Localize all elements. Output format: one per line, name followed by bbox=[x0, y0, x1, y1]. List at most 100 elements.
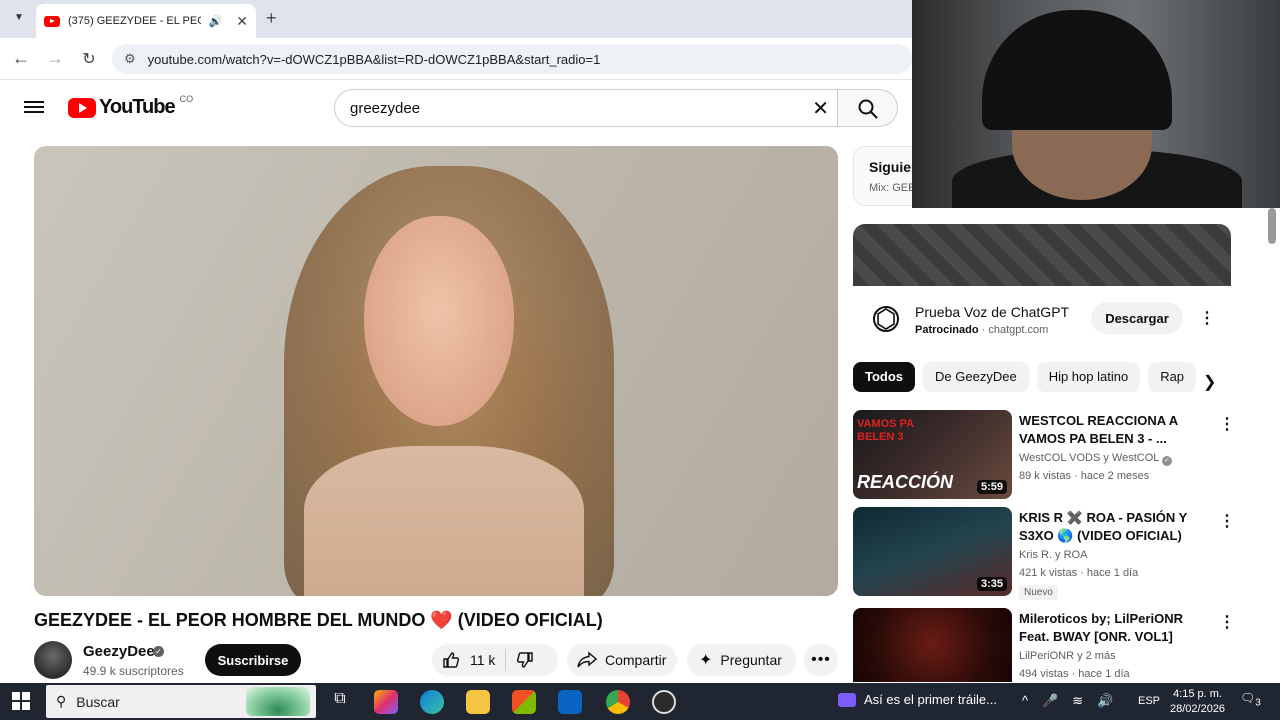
tab-search-chevron-icon[interactable]: ▼ bbox=[10, 9, 28, 27]
search-icon bbox=[858, 99, 878, 119]
thumbs-down-icon bbox=[517, 652, 534, 668]
video-player[interactable] bbox=[34, 146, 838, 596]
edge-icon[interactable] bbox=[420, 690, 444, 714]
search-box: ✕ bbox=[334, 89, 838, 127]
ad-banner bbox=[853, 224, 1231, 286]
chip-de-geezydee[interactable]: De GeezyDee bbox=[923, 362, 1029, 392]
video-thumbnail[interactable]: VAMOS PA BELEN 3 REACCIÓN 5:59 bbox=[853, 410, 1012, 499]
chevron-up-icon[interactable]: ^ bbox=[1022, 693, 1028, 709]
channel-label: WestCOL VODS y WestCOL bbox=[1019, 452, 1159, 464]
thumbnail-caption: VAMOS PA BELEN 3 bbox=[857, 418, 914, 443]
filter-chips: Todos De GeezyDee Hip hop latino Rap bbox=[853, 362, 1233, 392]
recommendation-item[interactable]: Mileroticos by; LilPeriONR Feat. BWAY [O… bbox=[853, 608, 1233, 682]
chip-hip-hop-latino[interactable]: Hip hop latino bbox=[1036, 362, 1141, 392]
hamburger-menu-icon[interactable] bbox=[24, 98, 44, 116]
copilot-icon[interactable] bbox=[374, 690, 398, 714]
chip-rap[interactable]: Rap bbox=[1148, 362, 1197, 392]
youtube-favicon-icon bbox=[44, 15, 60, 27]
clock-date: 28/02/2026 bbox=[1170, 703, 1226, 715]
chatgpt-logo-icon bbox=[873, 306, 899, 332]
like-button[interactable]: 11 k bbox=[432, 649, 507, 671]
more-actions-button[interactable]: ••• bbox=[804, 644, 838, 676]
language-indicator[interactable]: ESP bbox=[1138, 695, 1160, 707]
channel-name[interactable]: Kris R. y ROA bbox=[1019, 549, 1087, 561]
channel-name[interactable]: LilPeriONR y 2 más bbox=[1019, 650, 1116, 662]
page-scrollbar[interactable] bbox=[1268, 208, 1276, 244]
chrome-icon[interactable] bbox=[606, 690, 630, 714]
outlook-icon[interactable] bbox=[558, 690, 582, 714]
volume-icon[interactable]: 🔊 bbox=[1097, 693, 1113, 709]
dislike-button[interactable] bbox=[506, 651, 544, 669]
verified-check-icon: ✓ bbox=[1162, 456, 1173, 466]
notification-count: 3 bbox=[1255, 697, 1261, 709]
more-options-icon[interactable]: ⋮ bbox=[1219, 612, 1233, 632]
thumbnail-text: REACCIÓN bbox=[857, 472, 954, 492]
video-duration: 5:59 bbox=[976, 480, 1007, 494]
more-options-icon[interactable]: ⋮ bbox=[1219, 414, 1235, 434]
video-thumbnail[interactable] bbox=[853, 608, 1012, 682]
windows-start-icon[interactable] bbox=[12, 692, 30, 710]
video-title[interactable]: KRIS R ✖️ ROA - PASIÓN Y S3XO 🌎 (VIDEO O… bbox=[1019, 509, 1209, 545]
webcam-overlay bbox=[912, 0, 1280, 208]
video-title[interactable]: Mileroticos by; LilPeriONR Feat. BWAY [O… bbox=[1019, 610, 1209, 646]
taskbar-search-placeholder: Buscar bbox=[76, 693, 120, 710]
subscribe-button[interactable]: Suscribirse bbox=[205, 644, 301, 676]
channel-name[interactable]: GeezyDee bbox=[83, 643, 155, 660]
country-code: CO bbox=[179, 93, 194, 104]
address-bar[interactable]: ⚙ youtube.com/watch?v=-dOWCZ1pBBA&list=R… bbox=[112, 44, 912, 74]
task-view-icon[interactable]: ⧉ bbox=[328, 690, 352, 714]
ask-button[interactable]: ✦ Preguntar bbox=[687, 644, 796, 676]
site-info-icon[interactable]: ⚙ bbox=[124, 51, 136, 67]
youtube-logo[interactable]: YouTube CO bbox=[68, 93, 194, 119]
video-duration: 3:35 bbox=[976, 577, 1007, 591]
clear-search-icon[interactable]: ✕ bbox=[812, 96, 829, 121]
channel-avatar[interactable] bbox=[34, 641, 72, 679]
store-icon[interactable] bbox=[512, 690, 536, 714]
video-title[interactable]: WESTCOL REACCIONA A VAMOS PA BELEN 3 - .… bbox=[1019, 412, 1209, 448]
tab-title: (375) GEEZYDEE - EL PEOR bbox=[68, 15, 201, 27]
search-button[interactable] bbox=[838, 89, 898, 127]
file-explorer-icon[interactable] bbox=[466, 690, 490, 714]
ad-title: Prueba Voz de ChatGPT bbox=[915, 304, 1070, 320]
ask-label: Preguntar bbox=[720, 652, 782, 668]
obs-icon[interactable] bbox=[652, 690, 676, 714]
sponsored-ad-card[interactable]: Prueba Voz de ChatGPT Patrocinado · chat… bbox=[853, 224, 1231, 354]
share-button[interactable]: Compartir bbox=[567, 644, 677, 676]
browser-tab-active[interactable]: (375) GEEZYDEE - EL PEOR 🔊 ✕ bbox=[36, 4, 256, 38]
new-tab-button[interactable]: + bbox=[266, 8, 277, 29]
new-badge: Nuevo bbox=[1019, 585, 1058, 600]
chevron-right-icon[interactable]: ❯ bbox=[1203, 372, 1216, 392]
webcam-cap bbox=[982, 10, 1172, 130]
video-frame-body bbox=[304, 446, 584, 596]
share-label: Compartir bbox=[605, 652, 667, 668]
more-options-icon[interactable]: ⋮ bbox=[1219, 511, 1235, 531]
forward-arrow-icon[interactable]: → bbox=[44, 48, 66, 69]
clock-time: 4:15 p. m. bbox=[1173, 688, 1222, 700]
back-arrow-icon[interactable]: ← bbox=[10, 48, 32, 69]
chip-todos[interactable]: Todos bbox=[853, 362, 916, 392]
reload-icon[interactable]: ↻ bbox=[78, 49, 100, 69]
media-title: Así es el primer tráile... bbox=[864, 692, 997, 707]
ad-more-icon[interactable]: ⋮ bbox=[1199, 308, 1215, 328]
speaker-icon[interactable]: 🔊 bbox=[209, 15, 223, 28]
recommendation-item[interactable]: VAMOS PA BELEN 3 REACCIÓN 5:59 WESTCOL R… bbox=[853, 410, 1235, 502]
verified-check-icon: ✓ bbox=[153, 646, 164, 657]
taskbar-search[interactable]: ⚲ Buscar bbox=[46, 685, 316, 718]
tab-close-icon[interactable]: ✕ bbox=[236, 13, 248, 30]
ad-domain: chatgpt.com bbox=[988, 324, 1049, 336]
video-meta: 494 vistas · hace 1 día bbox=[1019, 668, 1130, 680]
video-meta: 89 k vistas · hace 2 meses bbox=[1019, 470, 1150, 482]
video-thumbnail[interactable]: 3:35 bbox=[853, 507, 1012, 596]
channel-name[interactable]: WestCOL VODS y WestCOL ✓ bbox=[1019, 452, 1173, 466]
search-icon: ⚲ bbox=[56, 693, 67, 709]
notification-icon[interactable]: 🗨3 bbox=[1240, 691, 1261, 708]
microphone-icon[interactable]: 🎤 bbox=[1042, 693, 1058, 709]
recommendation-item[interactable]: 3:35 KRIS R ✖️ ROA - PASIÓN Y S3XO 🌎 (VI… bbox=[853, 507, 1235, 600]
wifi-icon[interactable]: ≋ bbox=[1072, 693, 1083, 709]
clock[interactable]: 4:15 p. m. 28/02/2026 bbox=[1170, 687, 1225, 717]
search-input[interactable] bbox=[350, 99, 790, 117]
ad-download-button[interactable]: Descargar bbox=[1091, 302, 1183, 334]
ad-sponsored-line: Patrocinado · chatgpt.com bbox=[915, 324, 1049, 336]
taskbar-media-widget[interactable]: Así es el primer tráile... bbox=[838, 692, 997, 707]
video-title: GEEZYDEE - EL PEOR HOMBRE DEL MUNDO ❤️ (… bbox=[34, 610, 603, 630]
